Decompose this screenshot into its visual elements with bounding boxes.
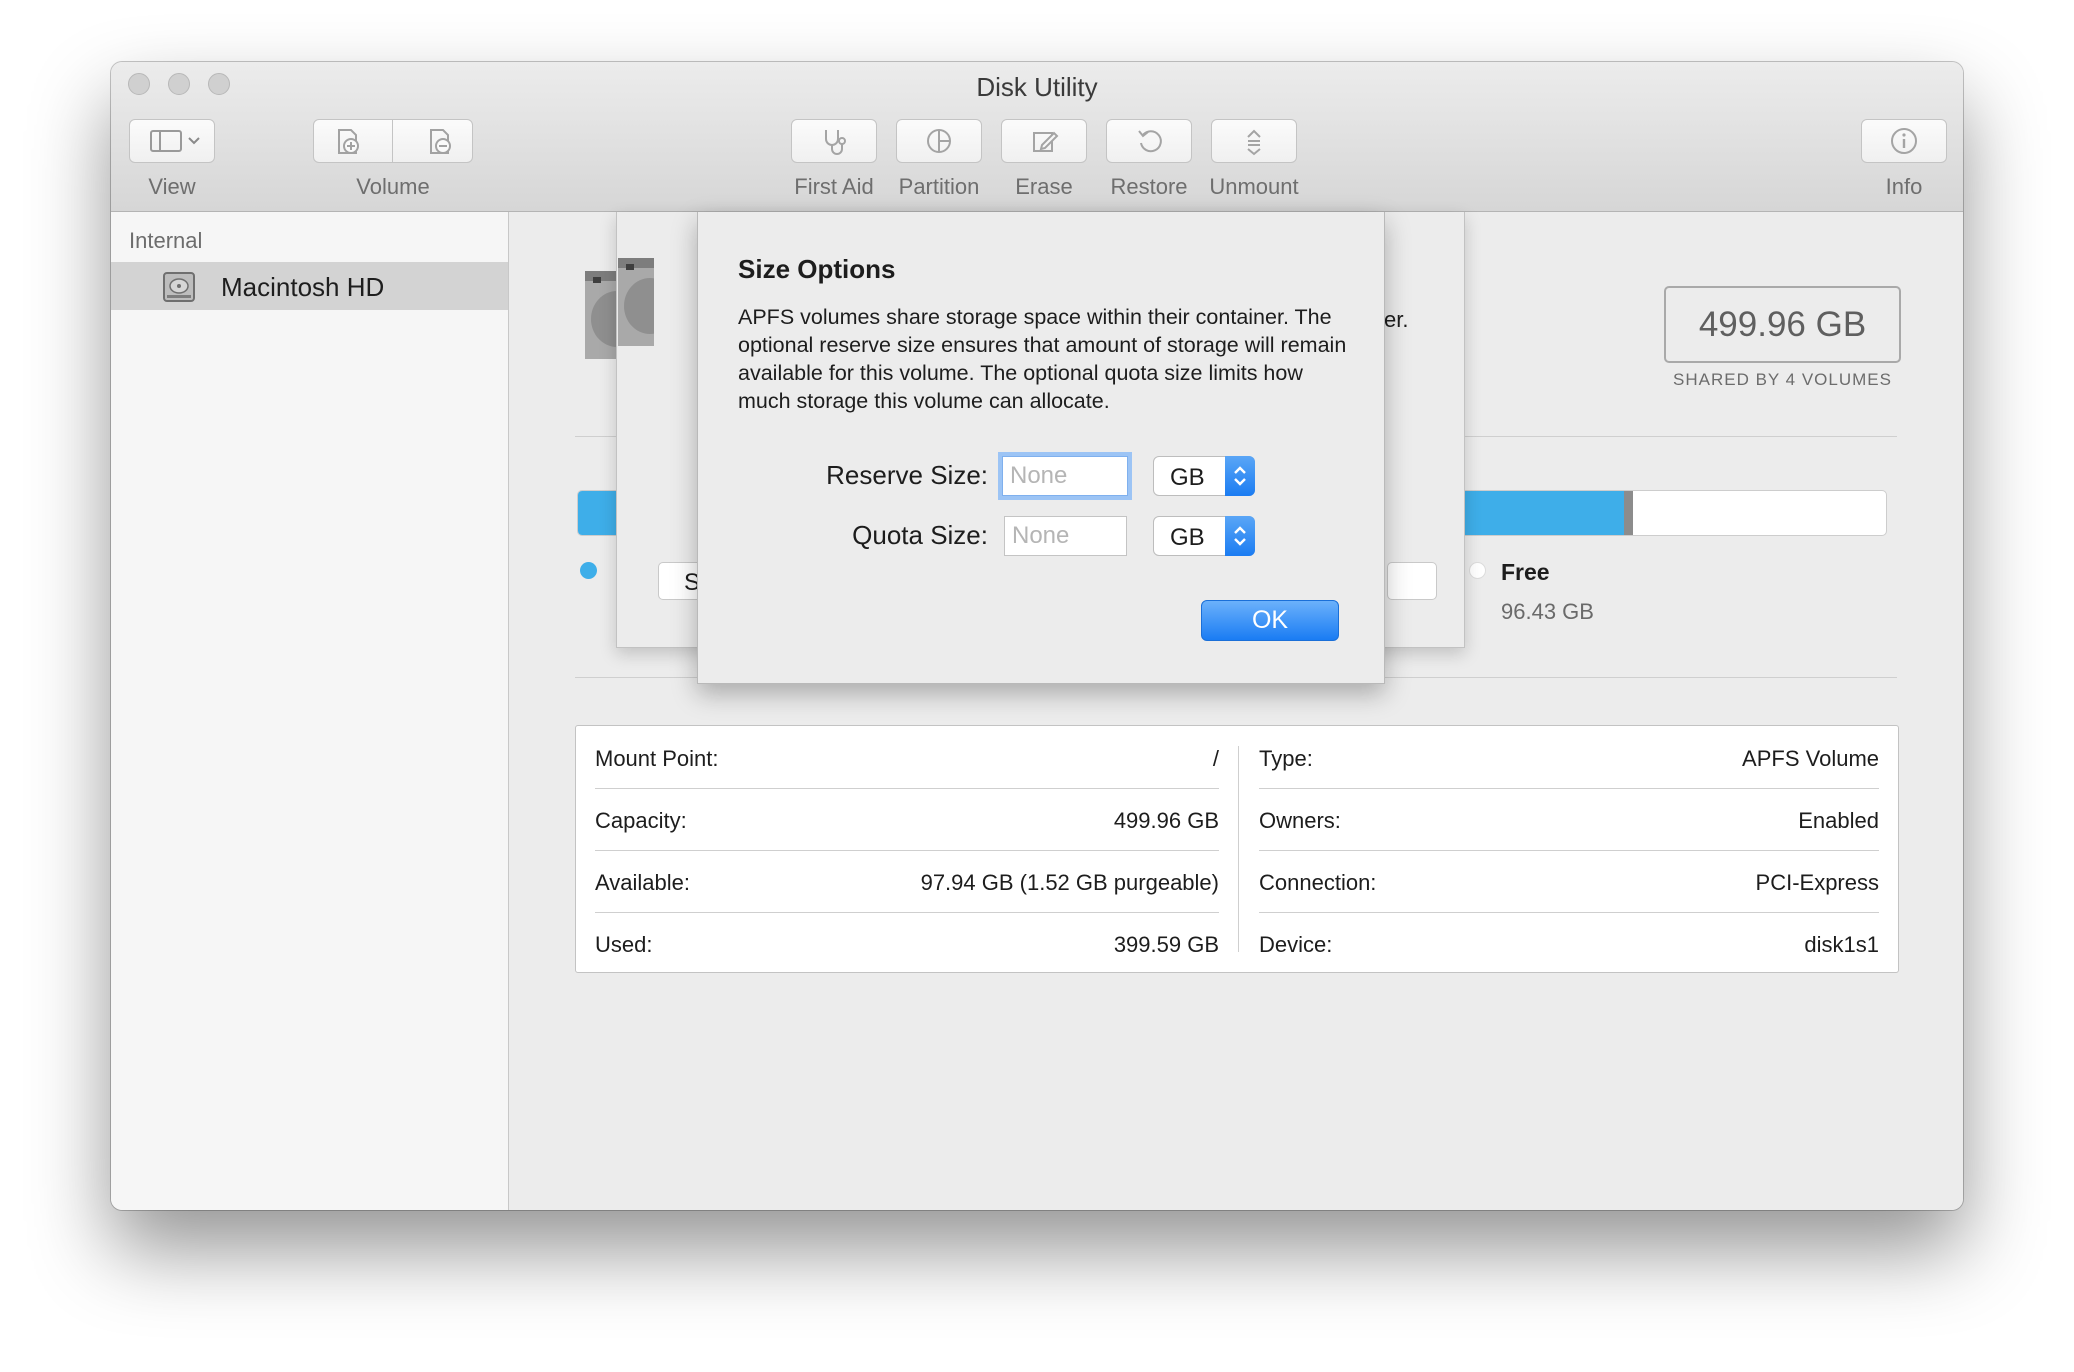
view-button[interactable] [129,119,215,163]
info-icon [1891,128,1917,154]
quota-size-label: Quota Size: [852,520,988,550]
info-row-value: 399.59 GB [1113,932,1219,957]
add-volume-icon[interactable] [327,125,367,157]
free-legend-label: Free [1501,559,1550,585]
restore-arrow-icon [1138,130,1162,153]
view-label: View [148,174,196,199]
info-button[interactable] [1861,119,1947,163]
volume-info-table: Mount Point: / Capacity: 499.96 GB Available… [575,725,1899,973]
quota-unit-value: GB [1170,524,1205,551]
free-legend-dot [1469,562,1486,579]
info-row-value: 499.96 GB [1113,808,1219,833]
reserve-unit-popup[interactable]: GB [1153,456,1255,496]
info-row-value: 97.94 GB (1.52 GB purgeable) [920,870,1219,895]
sidebar-item-macintosh-hd[interactable]: Macintosh HD [111,262,508,310]
sheet-drive-icon [618,258,654,346]
volume-button-group [313,119,473,163]
partition-button[interactable] [896,119,982,163]
sidebar-toggle-icon [150,130,200,152]
erase-button[interactable] [1001,119,1087,163]
sidebar-item-label: Macintosh HD [221,272,385,302]
remove-volume-icon[interactable] [419,125,459,157]
quota-size-input[interactable] [1005,517,1126,555]
info-row: Type: APFS Volume [1259,726,1879,788]
quota-unit-popup[interactable]: GB [1153,516,1255,556]
info-row-key: Used: [595,932,653,957]
reserve-size-input[interactable] [1003,457,1127,495]
restore-button[interactable] [1106,119,1192,163]
reserve-size-field[interactable] [1002,456,1128,496]
sidebar-section-internal: Internal [129,228,203,253]
info-row-key: Connection: [1259,870,1377,895]
info-row-key: Owners: [1259,808,1341,833]
disk-utility-window: Disk Utility View Volume First Aid Parti… [111,62,1963,1210]
reserve-unit-value: GB [1170,464,1205,491]
erase-label: Erase [1015,174,1073,199]
erase-pencil-icon [1033,131,1059,152]
dialog-title: Size Options [738,254,896,284]
info-row-value: PCI-Express [1755,870,1879,895]
capacity-box: 499.96 GB [1664,286,1901,363]
unmount-icon [1247,129,1261,156]
info-column-divider [1238,746,1239,952]
sheet-field-fragment[interactable] [1387,562,1437,600]
capacity-caption: SHARED BY 4 VOLUMES [1673,370,1892,389]
info-row-value: / [1212,746,1219,771]
first-aid-label: First Aid [794,174,874,199]
info-row-key: Type: [1259,746,1313,771]
info-row: Available: 97.94 GB (1.52 GB purgeable) [595,850,1219,912]
first-aid-button[interactable] [791,119,877,163]
info-label: Info [1885,174,1923,199]
info-row: Device: disk1s1 [1259,912,1879,974]
ok-button[interactable]: OK [1201,600,1339,641]
partition-pie-icon [927,129,951,153]
info-row: Capacity: 499.96 GB [595,788,1219,850]
partition-label: Partition [898,174,980,199]
info-row: Owners: Enabled [1259,788,1879,850]
sheet-text-fragment: er. [1384,307,1409,332]
free-legend-value: 96.43 GB [1501,599,1594,624]
info-row: Mount Point: / [595,726,1219,788]
usage-bar-purgeable [1624,491,1633,535]
popup-arrows-icon [1225,516,1255,556]
used-legend-dot [580,562,597,579]
sidebar: Internal Macintosh HD [111,212,509,1210]
hard-drive-icon [163,272,195,302]
window-title: Disk Utility [976,72,1098,102]
info-row: Used: 399.59 GB [595,912,1219,974]
reserve-size-label: Reserve Size: [826,460,988,490]
unmount-button[interactable] [1211,119,1297,163]
quota-size-field[interactable] [1004,516,1127,556]
restore-label: Restore [1110,174,1188,199]
info-row-value: disk1s1 [1804,932,1879,957]
info-row-value: Enabled [1798,808,1879,833]
unmount-label: Unmount [1209,174,1299,199]
dialog-description: APFS volumes share storage space within … [738,305,1347,413]
info-row: Connection: PCI-Express [1259,850,1879,912]
info-row-key: Device: [1259,932,1333,957]
titlebar: Disk Utility View Volume First Aid Parti… [111,62,1963,212]
info-row-key: Mount Point: [595,746,719,771]
volume-label: Volume [356,174,430,199]
info-row-key: Available: [595,870,690,895]
info-row-key: Capacity: [595,808,687,833]
size-options-dialog: Size Options APFS volumes share storage … [697,212,1385,684]
stethoscope-icon [825,130,846,155]
popup-arrows-icon [1225,456,1255,496]
info-row-value: APFS Volume [1742,746,1879,771]
